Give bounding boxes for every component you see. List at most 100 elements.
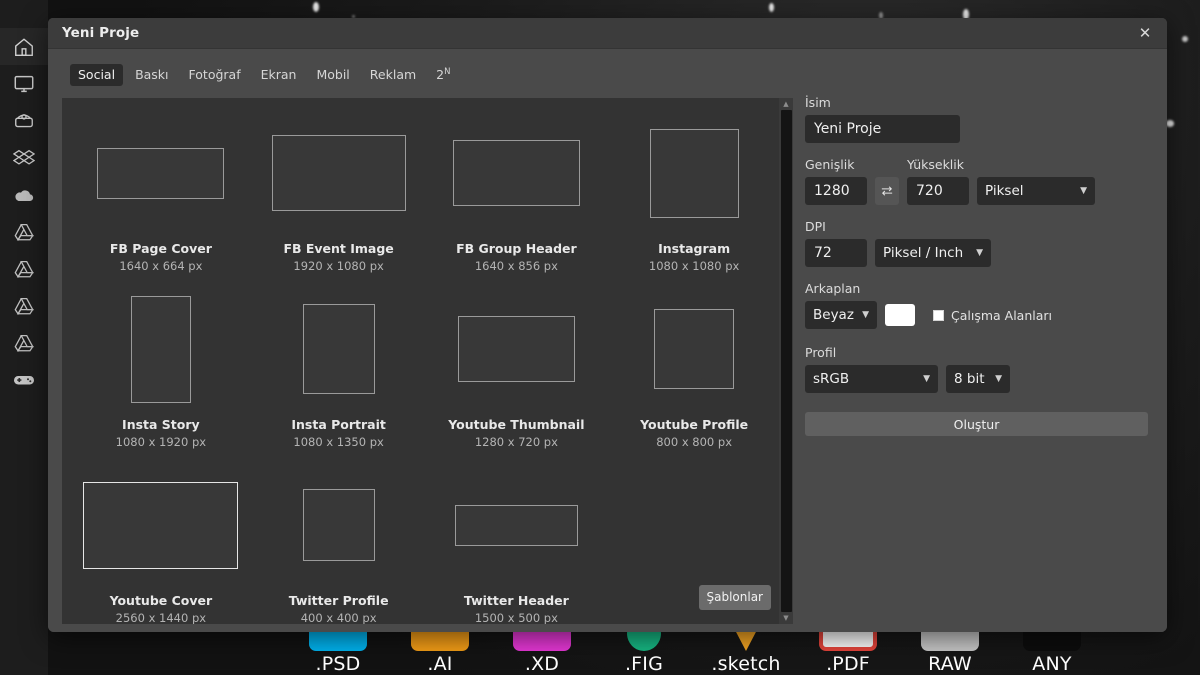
tab-fotograf[interactable]: Fotoğraf — [181, 64, 249, 86]
templates-grid: FB Page Cover 1640 x 664 px FB Event Ima… — [62, 98, 793, 624]
templates-scrollbar[interactable]: ▲ ▼ — [779, 98, 793, 624]
template-thumb-box — [83, 466, 239, 584]
bit-depth-select[interactable]: 8 bit ▼ — [946, 365, 1010, 393]
template-name: Insta Portrait — [291, 417, 386, 432]
profile-row: sRGB ▼ 8 bit ▼ — [805, 365, 1148, 393]
template-thumbnail — [457, 316, 575, 382]
template-thumbnail — [452, 140, 580, 206]
create-button[interactable]: Oluştur — [805, 412, 1148, 436]
template-thumb-box — [649, 114, 739, 232]
scrollbar-track[interactable] — [780, 110, 792, 612]
template-thumbnail — [302, 304, 375, 394]
template-card[interactable]: Insta Story 1080 x 1920 px — [72, 290, 250, 466]
width-input[interactable] — [805, 177, 867, 205]
template-name: Youtube Profile — [640, 417, 749, 432]
tab-reklam[interactable]: Reklam — [362, 64, 424, 86]
name-label: İsim — [805, 95, 831, 110]
format-label: ANY — [1032, 653, 1072, 675]
dropbox-icon — [13, 147, 35, 169]
template-thumbnail — [654, 309, 735, 389]
template-name: Youtube Thumbnail — [448, 417, 585, 432]
template-card[interactable]: Twitter Profile 400 x 400 px — [250, 466, 428, 624]
dialog-titlebar[interactable]: Yeni Proje ✕ — [48, 18, 1167, 49]
star-dot — [769, 3, 774, 12]
dock-item-onedrive[interactable] — [0, 176, 48, 213]
dock-item-gamepad[interactable] — [0, 361, 48, 398]
template-thumb-box — [452, 114, 580, 232]
artboards-checkbox[interactable] — [933, 309, 944, 321]
templates-scroll-area: FB Page Cover 1640 x 664 px FB Event Ima… — [62, 98, 793, 624]
background-color-swatch[interactable] — [885, 304, 915, 326]
dock-item-google-drive[interactable] — [0, 250, 48, 287]
tab-label: Mobil — [316, 67, 350, 82]
profile-label: Profil — [805, 345, 837, 360]
tab-baski[interactable]: Baskı — [127, 64, 176, 86]
format-label: .sketch — [711, 653, 781, 675]
star-dot — [313, 2, 319, 12]
template-card[interactable]: Youtube Thumbnail 1280 x 720 px — [428, 290, 606, 466]
dock-item-google-drive[interactable] — [0, 213, 48, 250]
bit-depth-value: 8 bit — [954, 371, 985, 387]
box-storage-icon — [13, 110, 35, 132]
template-card[interactable]: Youtube Profile 800 x 800 px — [605, 290, 783, 466]
template-card[interactable]: FB Page Cover 1640 x 664 px — [72, 114, 250, 290]
tab-social[interactable]: Social — [70, 64, 124, 86]
template-card[interactable]: Insta Portrait 1080 x 1350 px — [250, 290, 428, 466]
background-select[interactable]: Beyaz ▼ — [805, 301, 877, 329]
dock-item-box[interactable] — [0, 102, 48, 139]
format-label: .PDF — [826, 653, 870, 675]
tab-label: Reklam — [369, 67, 417, 82]
dock-item-google-drive[interactable] — [0, 324, 48, 361]
new-project-dialog: Yeni Proje ✕ Social Baskı Fotoğraf Ekran… — [48, 18, 1167, 632]
close-button[interactable]: ✕ — [1123, 18, 1167, 49]
template-name: FB Event Image — [283, 241, 394, 256]
category-tabbar: Social Baskı Fotoğraf Ekran Mobil Reklam… — [62, 63, 793, 87]
scroll-down-arrow-icon[interactable]: ▼ — [779, 612, 793, 624]
dpi-label: DPI — [805, 219, 826, 234]
dialog-title: Yeni Proje — [62, 25, 140, 41]
tab-ekran[interactable]: Ekran — [253, 64, 305, 86]
template-name: Insta Story — [122, 417, 200, 432]
dimension-inputs-row: Piksel ▼ — [805, 177, 1148, 205]
template-size: 2560 x 1440 px — [115, 611, 207, 624]
dock-item-dropbox[interactable] — [0, 139, 48, 176]
project-settings-pane: İsim Genişlik Yükseklik — [793, 49, 1167, 632]
gamepad-icon — [12, 368, 36, 392]
template-card[interactable]: Twitter Header 1500 x 500 px — [428, 466, 606, 624]
tab-label: Social — [78, 67, 116, 82]
template-card[interactable]: FB Group Header 1640 x 856 px — [428, 114, 606, 290]
template-thumb-box — [130, 290, 191, 408]
template-card[interactable]: Instagram 1080 x 1080 px — [605, 114, 783, 290]
dock-item-desktop[interactable] — [0, 65, 48, 102]
project-name-input[interactable] — [805, 115, 960, 143]
swap-dimensions-button[interactable] — [875, 177, 899, 205]
template-size: 1080 x 1920 px — [115, 435, 207, 449]
google-drive-icon — [13, 295, 35, 317]
unit-select[interactable]: Piksel ▼ — [977, 177, 1095, 205]
dpi-input[interactable] — [805, 239, 867, 267]
dock-item-google-drive[interactable] — [0, 287, 48, 324]
format-label: .AI — [427, 653, 453, 675]
template-name: Instagram — [658, 241, 731, 256]
tab-mobil[interactable]: Mobil — [308, 64, 357, 86]
template-size: 1640 x 856 px — [474, 259, 558, 273]
dpi-unit-select[interactable]: Piksel / Inch ▼ — [875, 239, 991, 267]
templates-tooltip: Şablonlar — [698, 585, 771, 610]
dock-item-home[interactable] — [0, 28, 48, 65]
template-card[interactable]: FB Event Image 1920 x 1080 px — [250, 114, 428, 290]
template-thumb-box — [302, 466, 375, 584]
scroll-up-arrow-icon[interactable]: ▲ — [779, 98, 793, 110]
template-thumb-box — [454, 466, 578, 584]
chevron-down-icon: ▼ — [976, 248, 983, 258]
tab-label: Fotoğraf — [188, 67, 241, 82]
template-thumb-box — [271, 114, 406, 232]
close-icon: ✕ — [1138, 24, 1152, 42]
template-card[interactable]: Youtube Cover 2560 x 1440 px — [72, 466, 250, 624]
screen: Yeni Proje ✕ Social Baskı Fotoğraf Ekran… — [0, 0, 1200, 675]
artboards-checkbox-wrap[interactable]: Çalışma Alanları — [933, 308, 1052, 323]
color-profile-select[interactable]: sRGB ▼ — [805, 365, 938, 393]
height-input[interactable] — [907, 177, 969, 205]
chevron-down-icon: ▼ — [862, 310, 869, 320]
template-thumbnail — [97, 147, 225, 199]
tab-power-of-two[interactable]: 2N — [428, 64, 458, 86]
